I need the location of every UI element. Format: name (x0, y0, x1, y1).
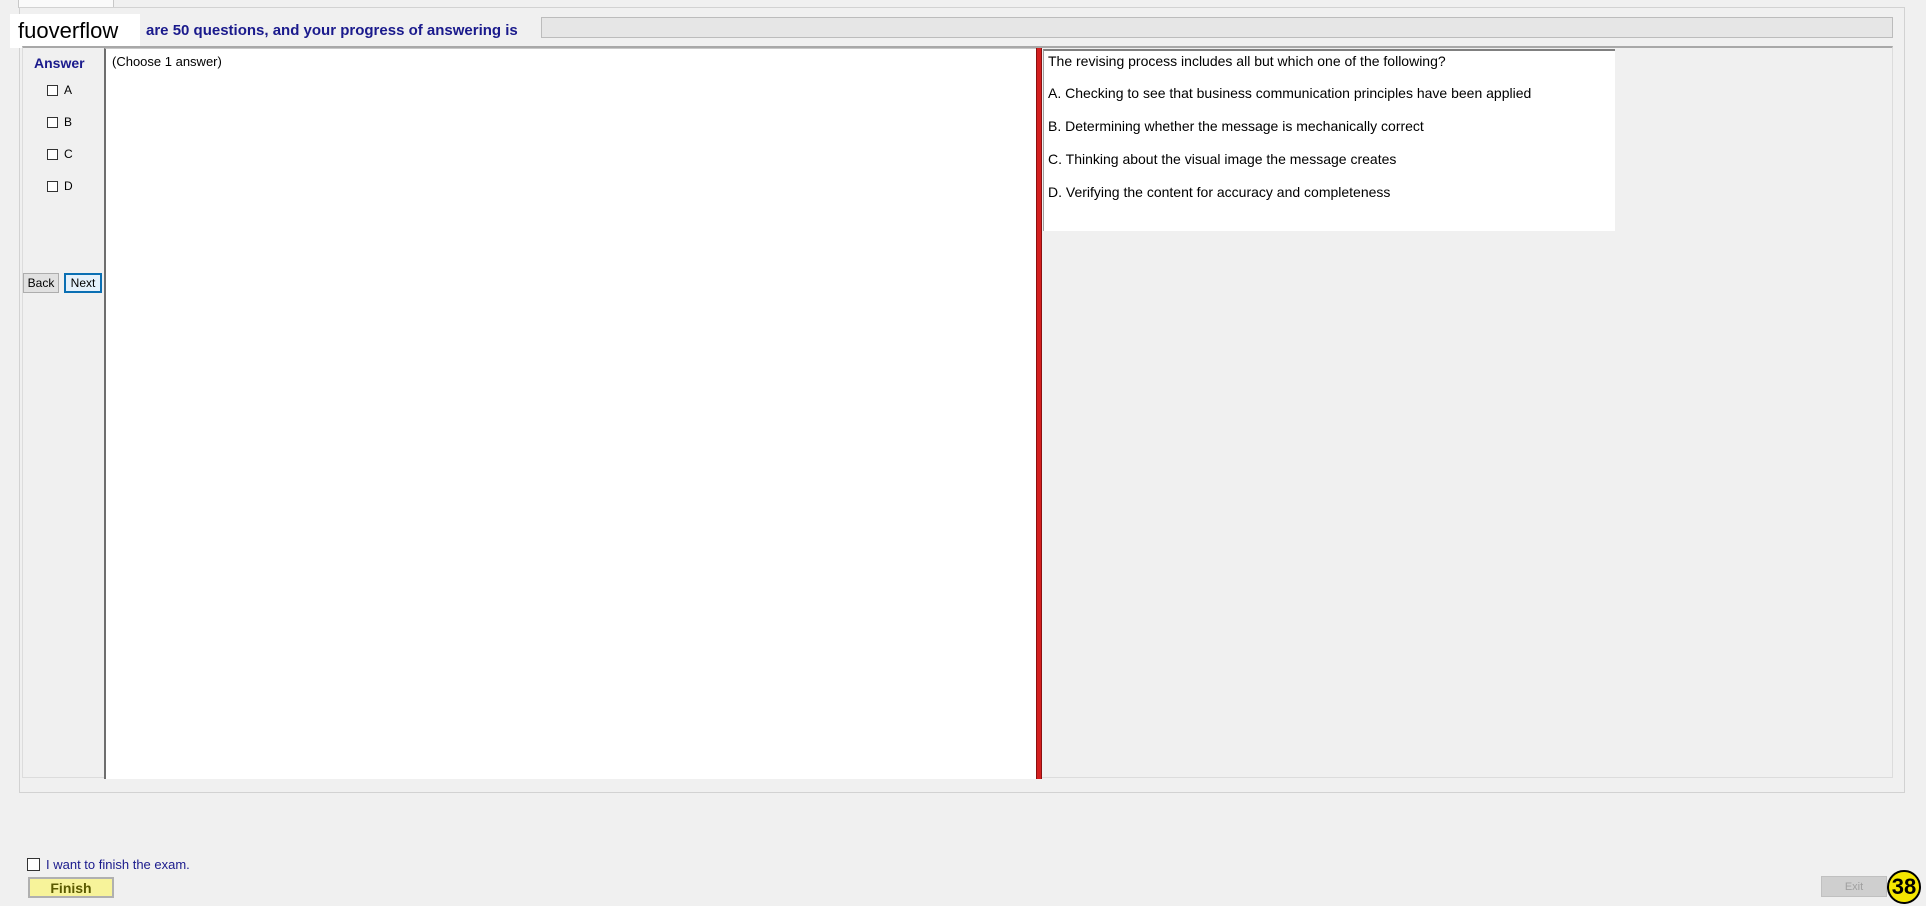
question-pane: The revising process includes all but wh… (1043, 49, 1615, 231)
finish-exam-label[interactable]: I want to finish the exam. (46, 857, 190, 872)
choose-hint: (Choose 1 answer) (112, 54, 222, 69)
watermark-logo: fuoverflow (10, 14, 140, 48)
pane-splitter[interactable] (1036, 48, 1042, 779)
question-count-badge: 38 (1887, 870, 1921, 904)
question-option-b: B. Determining whether the message is me… (1048, 118, 1424, 134)
exam-window: fuoverflow are 50 questions, and your pr… (0, 0, 1926, 906)
answer-option-d[interactable]: D (47, 178, 73, 194)
back-button[interactable]: Back (23, 273, 59, 293)
next-button[interactable]: Next (64, 273, 102, 293)
exit-button[interactable]: Exit (1821, 876, 1887, 897)
answer-option-label: C (64, 147, 73, 161)
finish-button[interactable]: Finish (28, 877, 114, 898)
question-option-a: A. Checking to see that business communi… (1048, 85, 1532, 101)
answer-checkbox-a[interactable] (47, 84, 58, 96)
answer-checkbox-c[interactable] (47, 148, 58, 160)
finish-exam-checkbox[interactable] (27, 858, 40, 871)
answer-option-label: A (64, 83, 73, 97)
progress-bar (541, 17, 1893, 38)
question-text: The revising process includes all but wh… (1048, 53, 1446, 69)
finish-exam-row[interactable]: I want to finish the exam. (27, 857, 190, 872)
answer-heading: Answer (34, 55, 85, 71)
question-option-d: D. Verifying the content for accuracy an… (1048, 184, 1391, 200)
question-option-c: C. Thinking about the visual image the m… (1048, 151, 1397, 167)
answer-notes-pane: (Choose 1 answer) (104, 48, 1037, 779)
answer-option-label: B (64, 115, 73, 129)
answer-checkbox-b[interactable] (47, 116, 58, 128)
answer-option-a[interactable]: A (47, 82, 72, 98)
answer-option-b[interactable]: B (47, 114, 72, 130)
answer-checkbox-d[interactable] (47, 180, 58, 192)
answer-option-label: D (64, 179, 73, 193)
answer-option-c[interactable]: C (47, 146, 73, 162)
progress-text: are 50 questions, and your progress of a… (146, 22, 518, 39)
